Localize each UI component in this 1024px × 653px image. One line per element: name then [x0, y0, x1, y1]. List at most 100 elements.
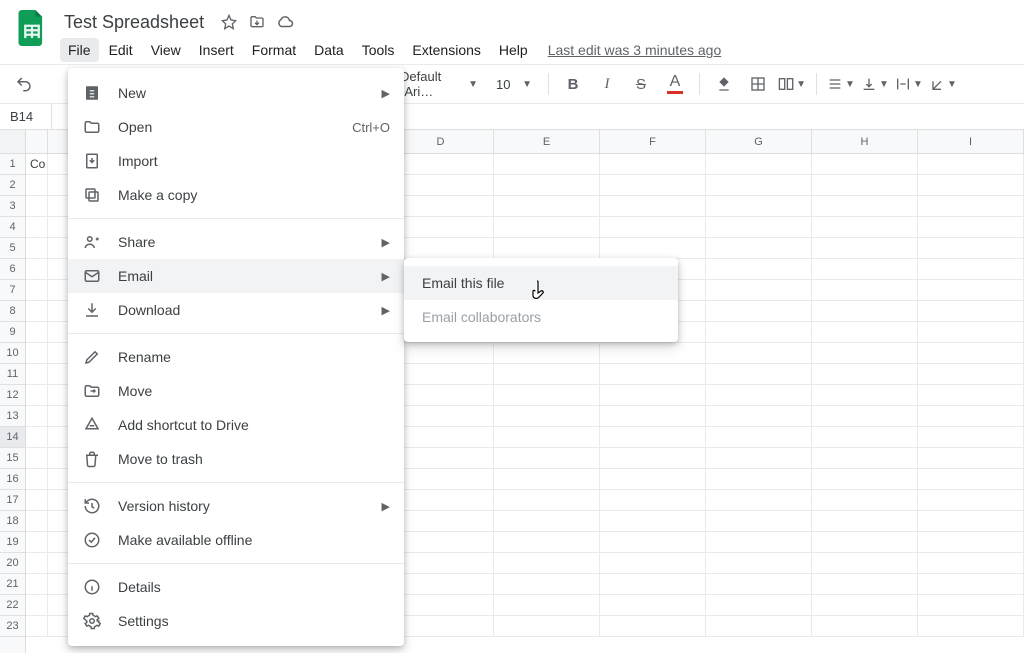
- cell[interactable]: [600, 364, 706, 385]
- cell[interactable]: [918, 322, 1024, 343]
- cell[interactable]: [812, 490, 918, 511]
- cell[interactable]: [812, 448, 918, 469]
- row-header[interactable]: 23: [0, 616, 25, 637]
- cell[interactable]: [600, 490, 706, 511]
- cell[interactable]: [26, 301, 48, 322]
- cell[interactable]: [918, 595, 1024, 616]
- row-header[interactable]: 12: [0, 385, 25, 406]
- cell[interactable]: [918, 616, 1024, 637]
- cell[interactable]: [706, 469, 812, 490]
- cell[interactable]: [26, 532, 48, 553]
- row-header[interactable]: 10: [0, 343, 25, 364]
- cell[interactable]: [812, 343, 918, 364]
- cell[interactable]: [600, 532, 706, 553]
- cell[interactable]: [706, 364, 812, 385]
- cell[interactable]: [706, 175, 812, 196]
- cell[interactable]: [918, 427, 1024, 448]
- cell[interactable]: [600, 385, 706, 406]
- cell[interactable]: [26, 259, 48, 280]
- cell[interactable]: [812, 511, 918, 532]
- menu-view[interactable]: View: [143, 38, 189, 62]
- cell[interactable]: [26, 175, 48, 196]
- row-header[interactable]: 4: [0, 217, 25, 238]
- strikethrough-button[interactable]: S: [627, 70, 655, 98]
- cell[interactable]: [812, 427, 918, 448]
- cell[interactable]: [26, 322, 48, 343]
- cell[interactable]: [918, 532, 1024, 553]
- cell[interactable]: [494, 385, 600, 406]
- row-header[interactable]: 3: [0, 196, 25, 217]
- cell[interactable]: [26, 217, 48, 238]
- row-header[interactable]: 6: [0, 259, 25, 280]
- menu-help[interactable]: Help: [491, 38, 536, 62]
- menu-item-email[interactable]: Email ▶: [68, 259, 404, 293]
- menu-item-move-trash[interactable]: Move to trash: [68, 442, 404, 476]
- font-size-select[interactable]: 10 ▼: [490, 77, 538, 92]
- cell[interactable]: [494, 175, 600, 196]
- cell[interactable]: [26, 364, 48, 385]
- cell[interactable]: [494, 616, 600, 637]
- row-header[interactable]: 15: [0, 448, 25, 469]
- menu-insert[interactable]: Insert: [191, 38, 242, 62]
- row-header[interactable]: 17: [0, 490, 25, 511]
- submenu-item-email-file[interactable]: Email this file: [404, 266, 678, 300]
- cell[interactable]: [494, 595, 600, 616]
- cell[interactable]: [812, 175, 918, 196]
- move-folder-icon[interactable]: [248, 13, 266, 31]
- cell[interactable]: [706, 574, 812, 595]
- col-header-a-clip[interactable]: [26, 130, 48, 153]
- cell[interactable]: [918, 343, 1024, 364]
- cell[interactable]: [494, 196, 600, 217]
- cell[interactable]: [918, 448, 1024, 469]
- cell[interactable]: [494, 448, 600, 469]
- cell[interactable]: [600, 175, 706, 196]
- cell[interactable]: [26, 574, 48, 595]
- cell[interactable]: [706, 490, 812, 511]
- row-header[interactable]: 7: [0, 280, 25, 301]
- menu-item-share[interactable]: Share ▶: [68, 225, 404, 259]
- cell[interactable]: [918, 154, 1024, 175]
- cell[interactable]: [918, 553, 1024, 574]
- cell[interactable]: [812, 532, 918, 553]
- cell[interactable]: [600, 217, 706, 238]
- cell[interactable]: Co: [26, 154, 48, 175]
- menu-item-details[interactable]: Details: [68, 570, 404, 604]
- cell[interactable]: [494, 574, 600, 595]
- row-header[interactable]: 14: [0, 427, 25, 448]
- cell[interactable]: [918, 385, 1024, 406]
- cell[interactable]: [706, 217, 812, 238]
- cell[interactable]: [918, 364, 1024, 385]
- cell[interactable]: [600, 406, 706, 427]
- cell[interactable]: [706, 259, 812, 280]
- menu-item-version-history[interactable]: Version history ▶: [68, 489, 404, 523]
- cell[interactable]: [26, 385, 48, 406]
- cell[interactable]: [812, 406, 918, 427]
- cell[interactable]: [26, 511, 48, 532]
- column-header[interactable]: E: [494, 130, 600, 153]
- cell[interactable]: [600, 595, 706, 616]
- cell[interactable]: [494, 364, 600, 385]
- cell[interactable]: [918, 574, 1024, 595]
- cell[interactable]: [706, 280, 812, 301]
- menu-item-import[interactable]: Import: [68, 144, 404, 178]
- undo-button[interactable]: [10, 70, 38, 98]
- row-header[interactable]: 19: [0, 532, 25, 553]
- cell[interactable]: [600, 427, 706, 448]
- cell[interactable]: [494, 406, 600, 427]
- cell[interactable]: [26, 595, 48, 616]
- cell[interactable]: [706, 532, 812, 553]
- text-color-button[interactable]: A: [661, 70, 689, 98]
- cell[interactable]: [918, 259, 1024, 280]
- menu-edit[interactable]: Edit: [101, 38, 141, 62]
- column-header[interactable]: G: [706, 130, 812, 153]
- row-header[interactable]: 16: [0, 469, 25, 490]
- cell[interactable]: [706, 595, 812, 616]
- cell[interactable]: [812, 364, 918, 385]
- cell[interactable]: [918, 217, 1024, 238]
- cell[interactable]: [494, 553, 600, 574]
- row-header[interactable]: 9: [0, 322, 25, 343]
- merge-cells-button[interactable]: ▼: [778, 70, 806, 98]
- cell[interactable]: [812, 595, 918, 616]
- cell[interactable]: [918, 196, 1024, 217]
- font-family-select[interactable]: Default (Ari… ▼: [394, 69, 484, 99]
